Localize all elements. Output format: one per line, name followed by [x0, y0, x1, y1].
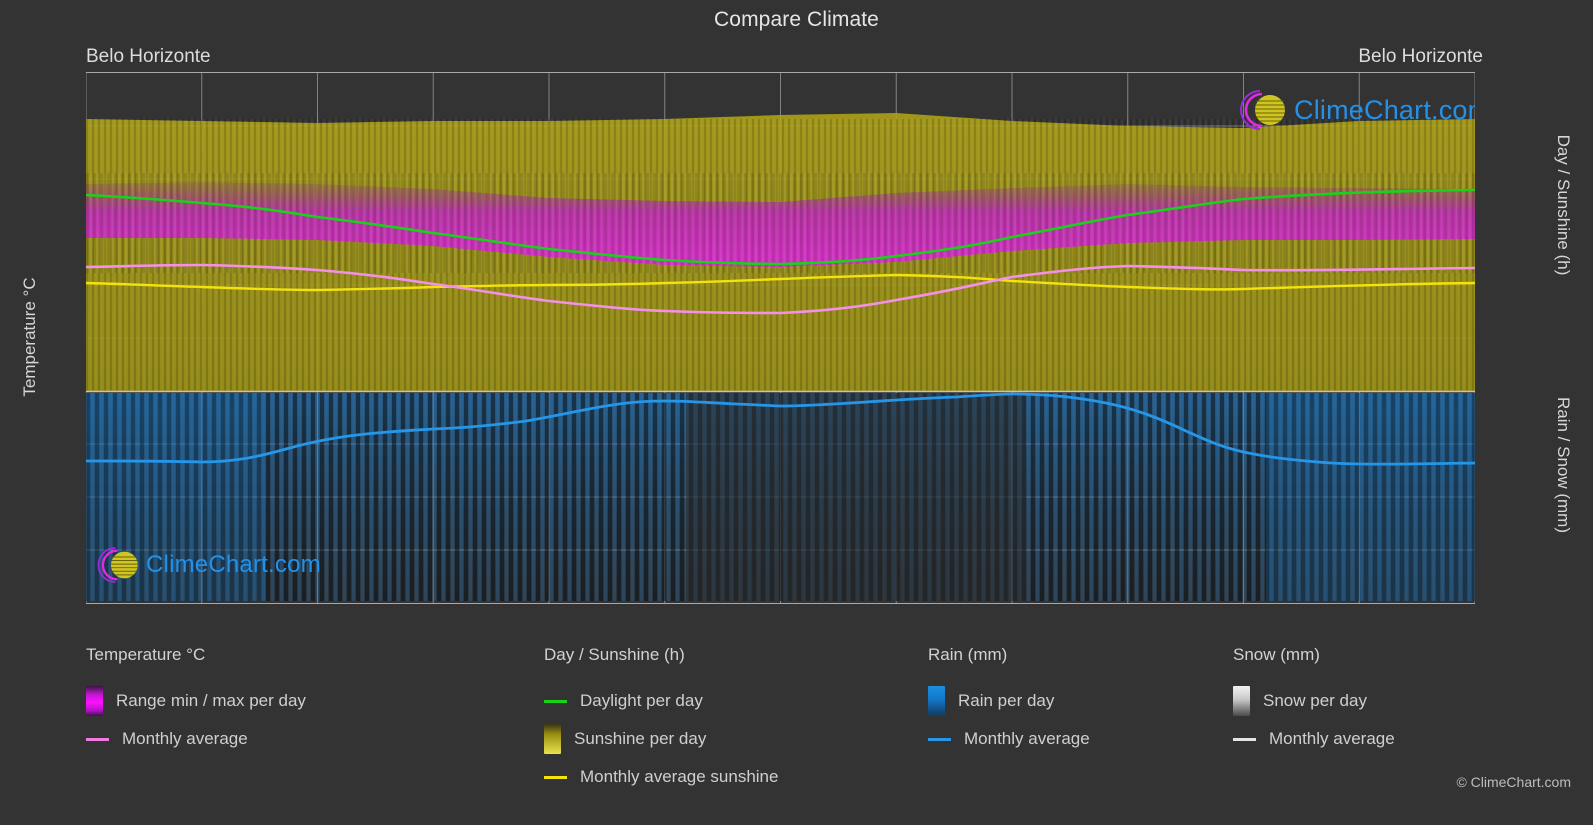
legend-label-sunshine-average: Monthly average sunshine	[580, 767, 779, 786]
legend-column-daysunshine: Day / Sunshine (h) Daylight per day Suns…	[544, 645, 778, 796]
watermark-logo-bottom: ClimeChart.com	[94, 545, 321, 585]
y-axis-title-left: Temperature °C	[20, 277, 39, 397]
legend-label-temperature-average: Monthly average	[122, 729, 248, 748]
temperature-range-band	[86, 173, 1475, 273]
legend-item-temperature-range[interactable]: Range min / max per day	[86, 682, 306, 720]
legend-label-rain-per-day: Rain per day	[958, 691, 1055, 710]
watermark-logo-text-top: ClimeChart.com	[1294, 94, 1475, 125]
chart-plot-area[interactable]: 50 40 30 20 10 0 -10 -20 -30 -40 -50 24 …	[86, 72, 1475, 604]
page-title: Compare Climate	[714, 8, 879, 31]
legend-column-snow: Snow (mm) Snow per day Monthly average	[1233, 645, 1395, 758]
snow-swatch-icon	[1233, 686, 1250, 716]
climate-chart-page: Compare Climate Belo Horizonte Belo Hori…	[0, 0, 1593, 825]
legend-heading-snow: Snow (mm)	[1233, 645, 1320, 664]
legend-item-daylight[interactable]: Daylight per day	[544, 682, 778, 720]
legend-item-temperature-average[interactable]: Monthly average	[86, 720, 306, 758]
sunshine-average-line-icon	[544, 775, 567, 779]
legend-item-snow-average[interactable]: Monthly average	[1233, 720, 1395, 758]
copyright-notice: © ClimeChart.com	[1456, 774, 1571, 790]
y-axis-title-right-bottom: Rain / Snow (mm)	[1554, 396, 1573, 534]
temperature-range-swatch-icon	[86, 686, 103, 716]
chart-legend: Temperature °C Range min / max per day M…	[0, 645, 1593, 815]
legend-heading-temperature: Temperature °C	[86, 645, 206, 664]
climechart-logo-icon-secondary	[97, 547, 138, 583]
legend-item-snow-per-day[interactable]: Snow per day	[1233, 682, 1395, 720]
legend-heading-daysunshine: Day / Sunshine (h)	[544, 645, 685, 664]
legend-item-rain-per-day[interactable]: Rain per day	[928, 682, 1090, 720]
legend-label-snow-per-day: Snow per day	[1263, 691, 1367, 710]
legend-label-snow-average: Monthly average	[1269, 729, 1395, 748]
legend-label-temperature-range: Range min / max per day	[116, 691, 306, 710]
temperature-average-line-icon	[86, 737, 109, 741]
climechart-logo-icon	[1240, 90, 1285, 130]
daylight-line-icon	[544, 699, 567, 703]
legend-item-sunshine-average[interactable]: Monthly average sunshine	[544, 758, 778, 796]
legend-column-temperature: Temperature °C Range min / max per day M…	[86, 645, 306, 758]
legend-heading-rain: Rain (mm)	[928, 645, 1008, 664]
chart-canvas	[86, 73, 1475, 603]
station-label-left: Belo Horizonte	[86, 46, 211, 67]
legend-label-rain-average: Monthly average	[964, 729, 1090, 748]
sunshine-swatch-icon	[544, 724, 561, 754]
snow-average-line-icon	[1233, 737, 1256, 741]
legend-item-sunshine[interactable]: Sunshine per day	[544, 720, 778, 758]
legend-column-rain: Rain (mm) Rain per day Monthly average	[928, 645, 1090, 758]
watermark-logo-text-bottom: ClimeChart.com	[146, 551, 321, 578]
rain-swatch-icon	[928, 686, 945, 716]
rain-average-line-icon	[928, 737, 951, 741]
watermark-logo-top: ClimeChart.com	[1236, 88, 1475, 132]
y-axis-title-right-top: Day / Sunshine (h)	[1554, 134, 1573, 276]
legend-label-daylight: Daylight per day	[580, 691, 703, 710]
legend-label-sunshine: Sunshine per day	[574, 729, 707, 748]
legend-item-rain-average[interactable]: Monthly average	[928, 720, 1090, 758]
station-label-right: Belo Horizonte	[1358, 46, 1483, 67]
